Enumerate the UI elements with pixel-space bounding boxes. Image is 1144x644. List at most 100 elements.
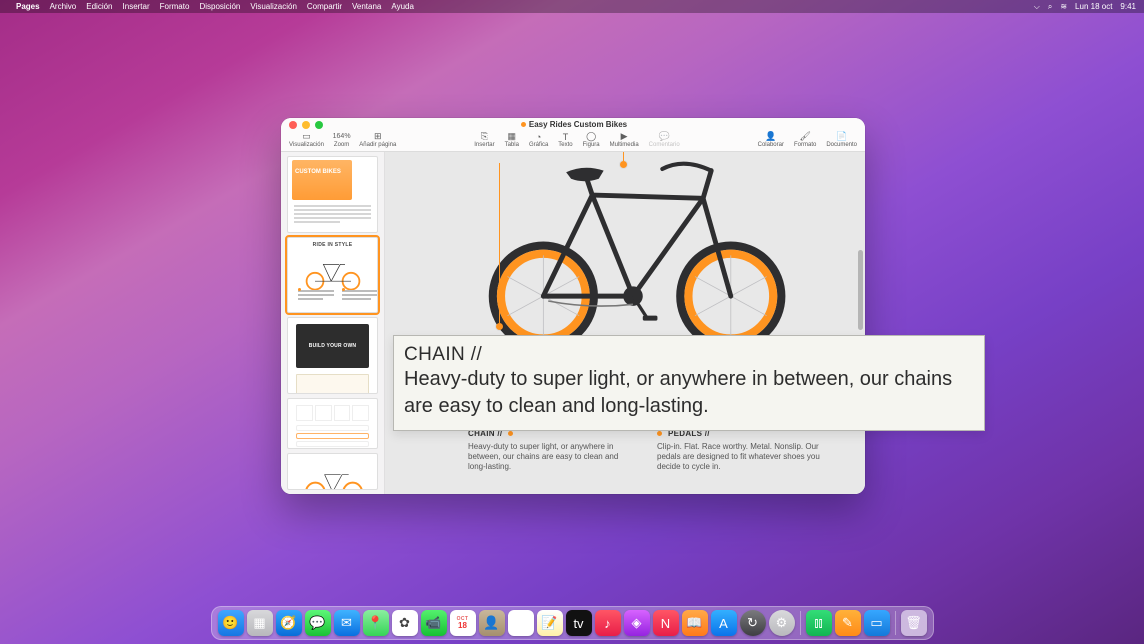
dock-photos-icon[interactable]: ✿ (392, 610, 418, 636)
window-minimize-button[interactable] (302, 121, 310, 129)
hover-title: CHAIN // (404, 344, 974, 366)
comment-icon: 💬 (658, 132, 670, 142)
wifi-icon[interactable]: ⌵ (1034, 2, 1040, 12)
dock-notes-icon[interactable]: 📝 (537, 610, 563, 636)
page-thumbnails-sidebar[interactable]: CUSTOM BIKES RIDE IN STYLE (281, 152, 385, 494)
menu-formato[interactable]: Formato (160, 2, 190, 11)
page-thumbnail-4[interactable] (287, 398, 378, 449)
menu-disposicion[interactable]: Disposición (199, 2, 240, 11)
toolbar-collaborate-label: Colaborar (758, 142, 784, 148)
window-titlebar: Easy Rides Custom Bikes ▭ Visualización … (281, 118, 865, 152)
feature-chain-dot-icon (508, 431, 513, 436)
toolbar-format-label: Formato (794, 142, 816, 148)
feature-chain-body[interactable]: Heavy-duty to super light, or anywhere i… (468, 442, 635, 472)
spotlight-icon[interactable]: ⌕ (1048, 2, 1052, 12)
toolbar-text[interactable]: T Texto (558, 132, 572, 148)
toolbar-format[interactable]: 🖌 Formato (794, 132, 816, 148)
dock-pages-icon[interactable]: ✎ (835, 610, 861, 636)
window-traffic-lights (289, 121, 323, 129)
hover-text-overlay: CHAIN // Heavy-duty to super light, or a… (393, 335, 985, 431)
toolbar-chart[interactable]: ◔ Gráfica (529, 132, 548, 148)
menubar-date[interactable]: Lun 18 oct (1075, 2, 1112, 11)
add-page-icon: ⊞ (372, 132, 384, 142)
feature-columns: CHAIN // Heavy-duty to super light, or a… (468, 429, 824, 472)
menubar: Pages Archivo Edición Insertar Formato D… (0, 0, 1144, 13)
control-center-icon[interactable]: ≋ (1060, 2, 1067, 11)
dock-appstore-icon[interactable]: A (711, 610, 737, 636)
shape-icon: ◯ (585, 132, 597, 142)
dock-launchpad-icon[interactable]: ▦ (247, 610, 273, 636)
toolbar-visualization[interactable]: ▭ Visualización (289, 132, 324, 148)
dock-contacts-icon[interactable]: 👤 (479, 610, 505, 636)
dock-tv-icon[interactable]: tv (566, 610, 592, 636)
dock-settings-icon[interactable]: ⚙︎ (769, 610, 795, 636)
toolbar-media[interactable]: ▶ Multimedia (610, 132, 639, 148)
dock-podcasts-icon[interactable]: ◈ (624, 610, 650, 636)
dock-music-icon[interactable]: ♪ (595, 610, 621, 636)
dock-trash-icon[interactable]: 🗑 (901, 610, 927, 636)
page-thumbnail-3[interactable]: BUILD YOUR OWN (287, 317, 378, 394)
toolbar-collaborate[interactable]: 👤 Colaborar (758, 132, 784, 148)
dock-maps-icon[interactable]: 📍 (363, 610, 389, 636)
dock-reminders-icon[interactable]: ☑︎ (508, 610, 534, 636)
window-close-button[interactable] (289, 121, 297, 129)
canvas-scrollbar[interactable] (858, 160, 863, 486)
thumbnail-2-label: RIDE IN STYLE (288, 242, 377, 248)
toolbar-table[interactable]: ▦ Tabla (505, 132, 519, 148)
thumbnail-3-label: BUILD YOUR OWN (309, 343, 356, 349)
feature-pedals-body[interactable]: Clip-in. Flat. Race worthy. Metal. Nonsl… (657, 442, 824, 472)
callout-line-tyre (499, 163, 500, 323)
feature-pedals: PEDALS // Clip-in. Flat. Race worthy. Me… (657, 429, 824, 472)
page-thumbnail-5[interactable] (287, 453, 378, 490)
toolbar: ▭ Visualización 164% Zoom ⊞ Añadir págin… (281, 132, 865, 151)
insert-icon: ⎘ (478, 132, 490, 142)
table-icon: ▦ (506, 132, 518, 142)
menubar-time[interactable]: 9:41 (1120, 2, 1136, 11)
toolbar-shape-label: Figura (583, 142, 600, 148)
toolbar-insert-label: Insertar (474, 142, 494, 148)
page-thumbnail-2[interactable]: RIDE IN STYLE (287, 237, 378, 314)
menu-compartir[interactable]: Compartir (307, 2, 342, 11)
bicycle-illustration (470, 159, 796, 355)
toolbar-table-label: Tabla (505, 142, 519, 148)
feature-chain: CHAIN // Heavy-duty to super light, or a… (468, 429, 635, 472)
view-icon: ▭ (300, 132, 312, 142)
document-modified-icon (521, 122, 526, 127)
dock-separator (800, 611, 801, 635)
dock-mail-icon[interactable]: ✉︎ (334, 610, 360, 636)
dock-books-icon[interactable]: 📖 (682, 610, 708, 636)
page-thumbnail-1[interactable]: CUSTOM BIKES (287, 156, 378, 233)
toolbar-insert[interactable]: ⎘ Insertar (474, 132, 494, 148)
menu-edicion[interactable]: Edición (86, 2, 112, 11)
menu-insertar[interactable]: Insertar (123, 2, 150, 11)
dock-finder-icon[interactable]: 🙂 (218, 610, 244, 636)
collaborate-icon: 👤 (765, 132, 777, 142)
menubar-app-name[interactable]: Pages (16, 2, 40, 11)
toolbar-add-page[interactable]: ⊞ Añadir página (359, 132, 396, 148)
window-maximize-button[interactable] (315, 121, 323, 129)
dock-news-icon[interactable]: N (653, 610, 679, 636)
chart-icon: ◔ (533, 132, 545, 142)
toolbar-document[interactable]: 📄 Documento (826, 132, 857, 148)
menu-visualizacion[interactable]: Visualización (250, 2, 297, 11)
dock-safari-icon[interactable]: 🧭 (276, 610, 302, 636)
desktop: Pages Archivo Edición Insertar Formato D… (0, 0, 1144, 644)
dock-timemachine-icon[interactable]: ↻ (740, 610, 766, 636)
toolbar-visualization-label: Visualización (289, 142, 324, 148)
document-canvas[interactable]: CHAIN // Heavy-duty to super light, or a… (385, 152, 865, 494)
dock-keynote-icon[interactable]: ▭ (864, 610, 890, 636)
dock-numbers-icon[interactable]: ⫾⫾ (806, 610, 832, 636)
dock-container: 🙂 ▦ 🧭 💬 ✉︎ 📍 ✿ 📹 OCT 18 👤 ☑︎ 📝 tv ♪ ◈ N … (0, 606, 1144, 640)
dock-messages-icon[interactable]: 💬 (305, 610, 331, 636)
dock-separator-2 (895, 611, 896, 635)
menu-archivo[interactable]: Archivo (50, 2, 77, 11)
dock-calendar-icon[interactable]: OCT 18 (450, 610, 476, 636)
window-title: Easy Rides Custom Bikes (529, 120, 627, 129)
toolbar-shape[interactable]: ◯ Figura (583, 132, 600, 148)
menu-ventana[interactable]: Ventana (352, 2, 381, 11)
menu-ayuda[interactable]: Ayuda (391, 2, 414, 11)
toolbar-text-label: Texto (558, 142, 572, 148)
dock-facetime-icon[interactable]: 📹 (421, 610, 447, 636)
pages-window: Easy Rides Custom Bikes ▭ Visualización … (281, 118, 865, 494)
toolbar-zoom[interactable]: 164% Zoom (334, 132, 349, 148)
